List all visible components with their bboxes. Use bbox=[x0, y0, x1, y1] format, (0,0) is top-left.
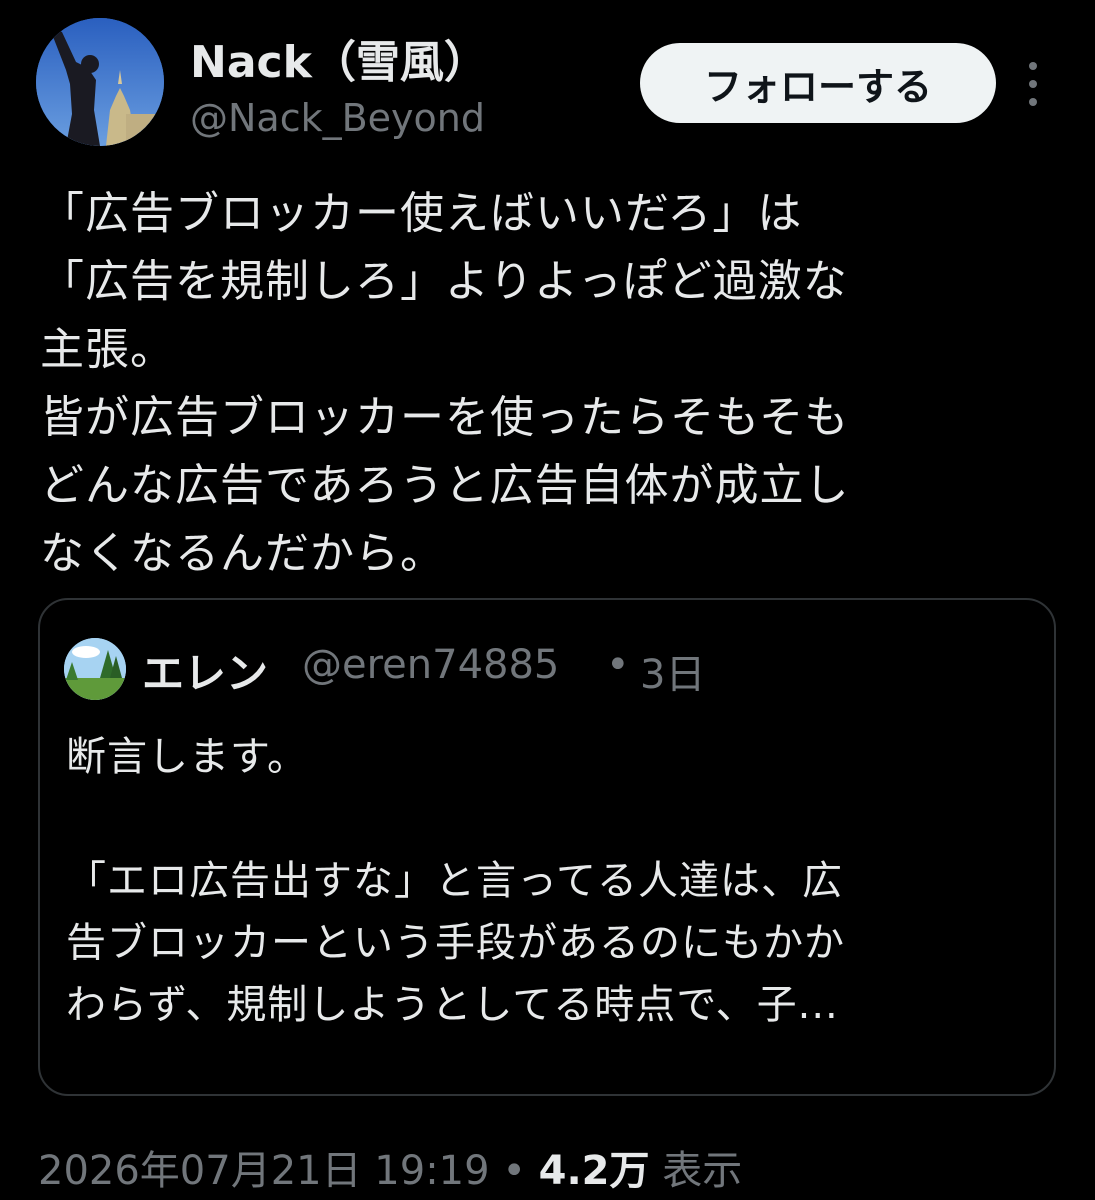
tweet-line: 「広告ブロッカー使えばいいだろ」は bbox=[40, 188, 803, 239]
quote-timestamp[interactable]: 3日 bbox=[640, 642, 705, 700]
quote-line: 断言します。 bbox=[66, 734, 308, 780]
quote-line bbox=[66, 788, 1036, 850]
quote-text: 断言します。 「エロ広告出すな」と言ってる人達は、広 告ブロッカーという手段があ… bbox=[66, 726, 1036, 1036]
tweet-line: 「広告を規制しろ」よりよっぽど過激な bbox=[40, 256, 848, 307]
tweet-line: 皆が広告ブロッカーを使ったらそもそも bbox=[40, 392, 850, 443]
follow-button[interactable]: フォローする bbox=[640, 43, 996, 123]
author-display-name[interactable]: Nack（雪風） bbox=[190, 26, 488, 90]
quote-author-name[interactable]: エレン bbox=[142, 640, 268, 701]
meta-separator: • bbox=[502, 1148, 526, 1194]
tweet-line: どんな広告であろうと広告自体が成立し bbox=[40, 460, 850, 511]
quote-line: 告ブロッカーという手段があるのにもかか bbox=[66, 920, 845, 966]
views-count: 4.2万 bbox=[538, 1148, 650, 1194]
quote-author-avatar[interactable] bbox=[64, 638, 126, 700]
tweet-line: 主張。 bbox=[40, 324, 175, 375]
views-label: 表示 bbox=[662, 1148, 743, 1194]
author-avatar[interactable] bbox=[36, 18, 164, 146]
dot bbox=[1029, 62, 1037, 70]
tweet-timestamp[interactable]: 2026年07月21日 19:19 bbox=[38, 1148, 490, 1194]
dot bbox=[1029, 80, 1037, 88]
tweet-line: なくなるんだから。 bbox=[40, 528, 445, 579]
quote-separator: • bbox=[606, 642, 630, 688]
more-vertical-icon[interactable] bbox=[1018, 62, 1048, 106]
tweet-text: 「広告ブロッカー使えばいいだろ」は 「広告を規制しろ」よりよっぽど過激な 主張。… bbox=[40, 180, 1060, 588]
author-handle[interactable]: @Nack_Beyond bbox=[190, 96, 485, 140]
quote-line: わらず、規制しようとしてる時点で、子... bbox=[66, 982, 839, 1028]
tweet-meta: 2026年07月21日 19:19 • 4.2万 表示 bbox=[38, 1138, 742, 1196]
quote-line: 「エロ広告出すな」と言ってる人達は、広 bbox=[66, 858, 843, 904]
quoted-tweet-card[interactable]: エレン @eren74885 • 3日 断言します。 「エロ広告出すな」と言って… bbox=[38, 598, 1056, 1096]
quote-author-handle[interactable]: @eren74885 bbox=[302, 642, 559, 688]
dot bbox=[1029, 98, 1037, 106]
